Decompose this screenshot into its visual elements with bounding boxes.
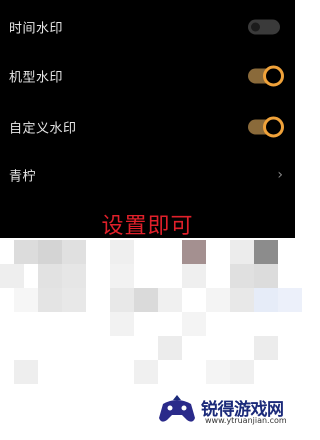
time-watermark-toggle[interactable] <box>248 19 280 35</box>
model-watermark-toggle[interactable] <box>248 65 284 87</box>
mosaic-tile <box>158 336 182 360</box>
mosaic-tile <box>38 240 62 264</box>
model-watermark-label: 机型水印 <box>9 70 64 86</box>
mosaic-tile <box>62 288 86 312</box>
mosaic-tile <box>230 288 254 312</box>
custom-watermark-row: 自定义水印 <box>0 103 295 151</box>
time-watermark-row: 时间水印 <box>0 3 295 51</box>
mosaic-tile <box>182 240 206 264</box>
mosaic-tile <box>110 240 134 264</box>
mosaic-tile <box>158 288 182 312</box>
mosaic-tile <box>62 264 86 288</box>
mosaic-tile <box>182 264 206 288</box>
mosaic-tile <box>134 288 158 312</box>
toggle-knob <box>263 65 284 87</box>
site-watermark: 锐得游戏网 www.ytruanjian.com <box>157 392 287 432</box>
qingning-label: 青柠 <box>9 169 37 185</box>
mosaic-tile <box>254 240 278 264</box>
site-url: www.ytruanjian.com <box>205 416 287 425</box>
mosaic-tile <box>182 312 206 336</box>
model-watermark-row: 机型水印 <box>0 52 295 100</box>
mosaic-tile <box>254 288 278 312</box>
time-watermark-label: 时间水印 <box>9 21 64 37</box>
joystick-logo-icon <box>159 395 195 422</box>
mosaic-tile <box>254 264 278 288</box>
mosaic-tile <box>110 264 134 288</box>
mosaic-tile <box>38 288 62 312</box>
custom-watermark-toggle[interactable] <box>248 116 284 138</box>
mosaic-tile <box>14 240 38 264</box>
settings-screen: 时间水印 机型水印 自定义水印 青柠 › 设置即可 <box>0 0 295 239</box>
mosaic-tile <box>110 288 134 312</box>
mosaic-tile <box>0 264 24 288</box>
mosaic-tile <box>110 312 134 336</box>
mosaic-tile <box>62 240 86 264</box>
mosaic-tile <box>206 288 230 312</box>
qingning-row[interactable]: 青柠 › <box>0 151 295 199</box>
mosaic-tile <box>206 360 230 384</box>
mosaic-tile <box>14 360 38 384</box>
chevron-right-icon: › <box>277 167 283 183</box>
mosaic-tile <box>230 360 254 384</box>
mosaic-tile <box>278 288 302 312</box>
mosaic-tile <box>230 264 254 288</box>
mosaic-tile <box>14 288 38 312</box>
custom-watermark-label: 自定义水印 <box>9 121 77 137</box>
mosaic-tile <box>134 360 158 384</box>
toggle-knob <box>251 22 260 32</box>
toggle-knob <box>263 116 284 138</box>
instruction-caption: 设置即可 <box>101 214 194 239</box>
mosaic-tile <box>230 240 254 264</box>
mosaic-tile <box>254 336 278 360</box>
mosaic-tile <box>38 264 62 288</box>
